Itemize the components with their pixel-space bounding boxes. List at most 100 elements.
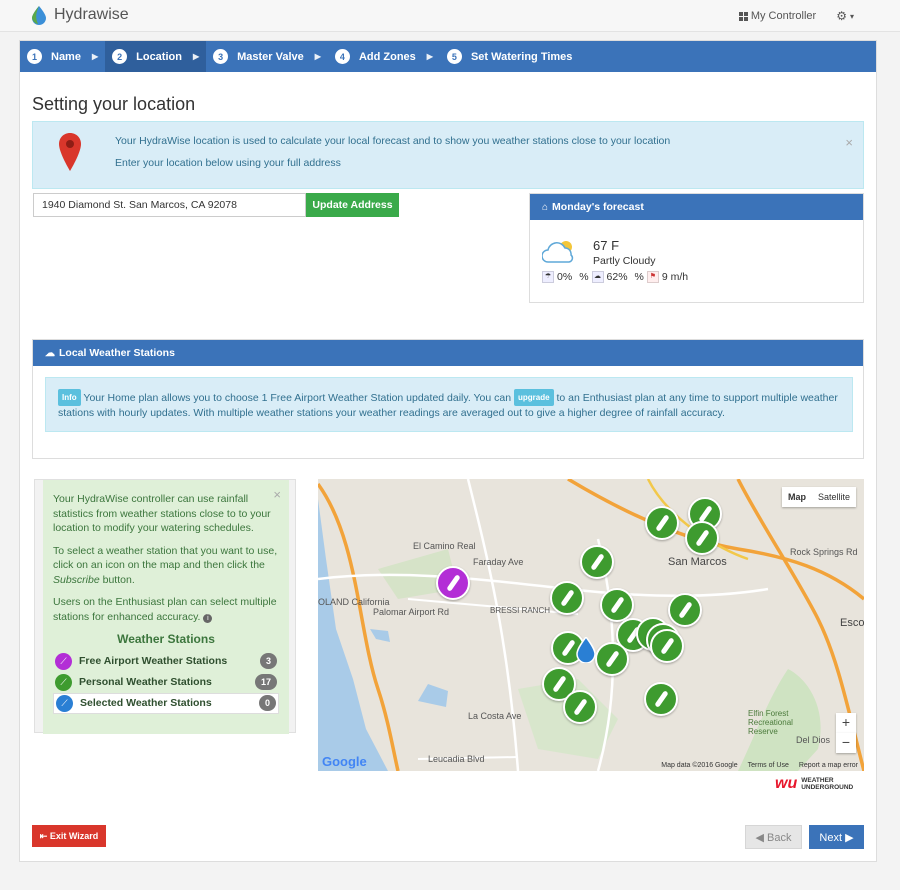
rain-unit: % [579, 271, 589, 283]
map-pin-icon [59, 133, 81, 171]
station-help-subscribe: Subscribe [53, 573, 100, 586]
page-title: Setting your location [32, 94, 196, 114]
exit-wizard-button[interactable]: ⇤ Exit Wizard [32, 825, 106, 847]
map-report-link[interactable]: Report a map error [799, 762, 858, 769]
zoom-in-button[interactable]: + [836, 713, 856, 733]
legend-selected-stations: ⟋ Selected Weather Stations 0 [53, 692, 279, 714]
map-label-elfin: Elfin Forest Recreational Reserve [748, 709, 793, 736]
weather-station-marker[interactable] [644, 682, 678, 716]
thermometer-icon: ⟋ [56, 694, 73, 712]
local-stations-header: ☁ Local Weather Stations [33, 340, 863, 366]
info-label: Info [58, 389, 81, 406]
map-label-leucadia: Leucadia Blvd [428, 754, 485, 764]
weather-station-marker[interactable] [600, 588, 634, 622]
station-help-p2b: button. [102, 573, 135, 586]
map-label-la-costa: La Costa Ave [468, 711, 522, 721]
humidity: 62% [606, 271, 628, 283]
step-location[interactable]: 2 Location ▶ [105, 41, 207, 72]
close-icon[interactable]: × [845, 135, 853, 150]
thermometer-icon: ⟋ [55, 673, 72, 691]
legend-count: 3 [259, 652, 277, 670]
forecast-title: Monday's forecast [552, 201, 644, 213]
plan-info-box: Info Your Home plan allows you to choose… [45, 377, 853, 432]
map-type-satellite[interactable]: Satellite [812, 487, 856, 507]
back-button[interactable]: ◀ Back [745, 825, 802, 849]
step-number: 4 [334, 49, 350, 64]
legend-label: Free Airport Weather Stations [79, 654, 228, 667]
map-label-san-marcos: San Marcos [668, 556, 727, 568]
exit-wizard-label: Exit Wizard [49, 830, 99, 841]
close-icon[interactable]: × [273, 487, 281, 503]
humidity-unit: % [634, 271, 644, 283]
step-label: Set Watering Times [470, 50, 573, 63]
map-label-rock-springs: Rock Springs Rd [790, 547, 858, 557]
settings-menu[interactable]: ⚙ ▾ [836, 9, 854, 23]
water-drop-icon [576, 635, 596, 664]
weather-station-marker[interactable] [595, 642, 629, 676]
legend-label: Selected Weather Stations [80, 696, 212, 709]
thermometer-icon [694, 529, 710, 547]
map-label-bressi: BRESSI RANCH [490, 606, 551, 615]
map-type-map[interactable]: Map [782, 487, 812, 507]
settings-caret-icon: ▾ [849, 11, 854, 21]
station-help-p3: Users on the Enthusiast plan can select … [53, 595, 279, 624]
arrow-left-circle-icon: ◀ [755, 831, 764, 844]
humidity-icon: ☁ [591, 271, 604, 283]
weather-station-map[interactable]: San Marcos OLAND California Palomar Airp… [318, 479, 864, 771]
weather-station-marker[interactable] [650, 629, 684, 663]
legend-airport-stations: ⟋ Free Airport Weather Stations 3 [53, 651, 279, 672]
rain-icon: ☂ [542, 271, 554, 283]
forecast-header: ⌂ Monday's forecast [530, 194, 863, 220]
upgrade-link[interactable]: upgrade [514, 389, 554, 406]
weather-station-marker[interactable] [436, 566, 470, 600]
thermometer-icon [560, 639, 576, 657]
weather-station-marker[interactable] [563, 690, 597, 724]
step-add-zones[interactable]: 4 Add Zones ▶ [328, 41, 440, 72]
thermometer-icon [604, 650, 620, 668]
chevron-right-icon: ▶ [426, 52, 433, 61]
wu-text: WEATHER UNDERGROUND [801, 777, 853, 791]
step-master-valve[interactable]: 3 Master Valve ▶ [206, 41, 328, 72]
brand[interactable]: Hydrawise [30, 5, 129, 25]
wu-line1: WEATHER [801, 777, 834, 784]
step-label: Name [51, 50, 81, 63]
map-terms-link[interactable]: Terms of Use [748, 762, 789, 769]
step-label: Add Zones [358, 50, 416, 63]
chevron-right-icon: ▶ [91, 52, 99, 61]
weather-station-marker[interactable] [580, 545, 614, 579]
step-name[interactable]: 1 Name ▶ [20, 41, 105, 72]
weather-station-marker[interactable] [685, 521, 719, 555]
thermometer-icon [445, 574, 461, 592]
back-label: Back [767, 831, 792, 844]
rain-chance: 0% [557, 271, 573, 283]
legend-personal-stations: ⟋ Personal Weather Stations 17 [53, 672, 279, 693]
local-stations-panel: ☁ Local Weather Stations Info Your Home … [32, 339, 864, 459]
thermometer-icon [551, 675, 567, 693]
chevron-right-icon: ▶ [192, 52, 200, 61]
thermometer-icon [653, 690, 669, 708]
my-controller-label: My Controller [750, 10, 817, 22]
address-input[interactable] [33, 193, 306, 217]
location-alert-line2: Enter your location below using your ful… [115, 157, 341, 169]
map-type-toggle: Map Satellite [781, 487, 856, 507]
my-controller-link[interactable]: My Controller [738, 10, 817, 22]
update-address-button[interactable]: Update Address [306, 193, 399, 217]
step-set-watering-times[interactable]: 5 Set Watering Times [440, 41, 579, 72]
weather-station-marker[interactable] [668, 593, 702, 627]
weather-stations-title: Weather Stations [117, 632, 215, 646]
forecast-condition: Partly Cloudy [593, 255, 656, 267]
legend-count: 0 [258, 694, 276, 712]
weather-station-marker[interactable] [550, 581, 584, 615]
info-circle-icon[interactable]: i [203, 613, 213, 623]
hydrawise-logo-icon [32, 6, 46, 25]
thermometer-icon [609, 596, 625, 614]
home-location-marker[interactable] [576, 635, 596, 664]
station-help-p2: To select a weather station that you wan… [53, 544, 279, 588]
step-number: 3 [213, 49, 229, 64]
zoom-out-button[interactable]: − [836, 733, 856, 753]
next-button[interactable]: Next ▶ [809, 825, 864, 849]
legend-count: 17 [254, 673, 277, 691]
weather-station-marker[interactable] [645, 506, 679, 540]
wind-speed: 9 m/h [661, 271, 689, 283]
wind-icon: ⚑ [646, 271, 659, 283]
